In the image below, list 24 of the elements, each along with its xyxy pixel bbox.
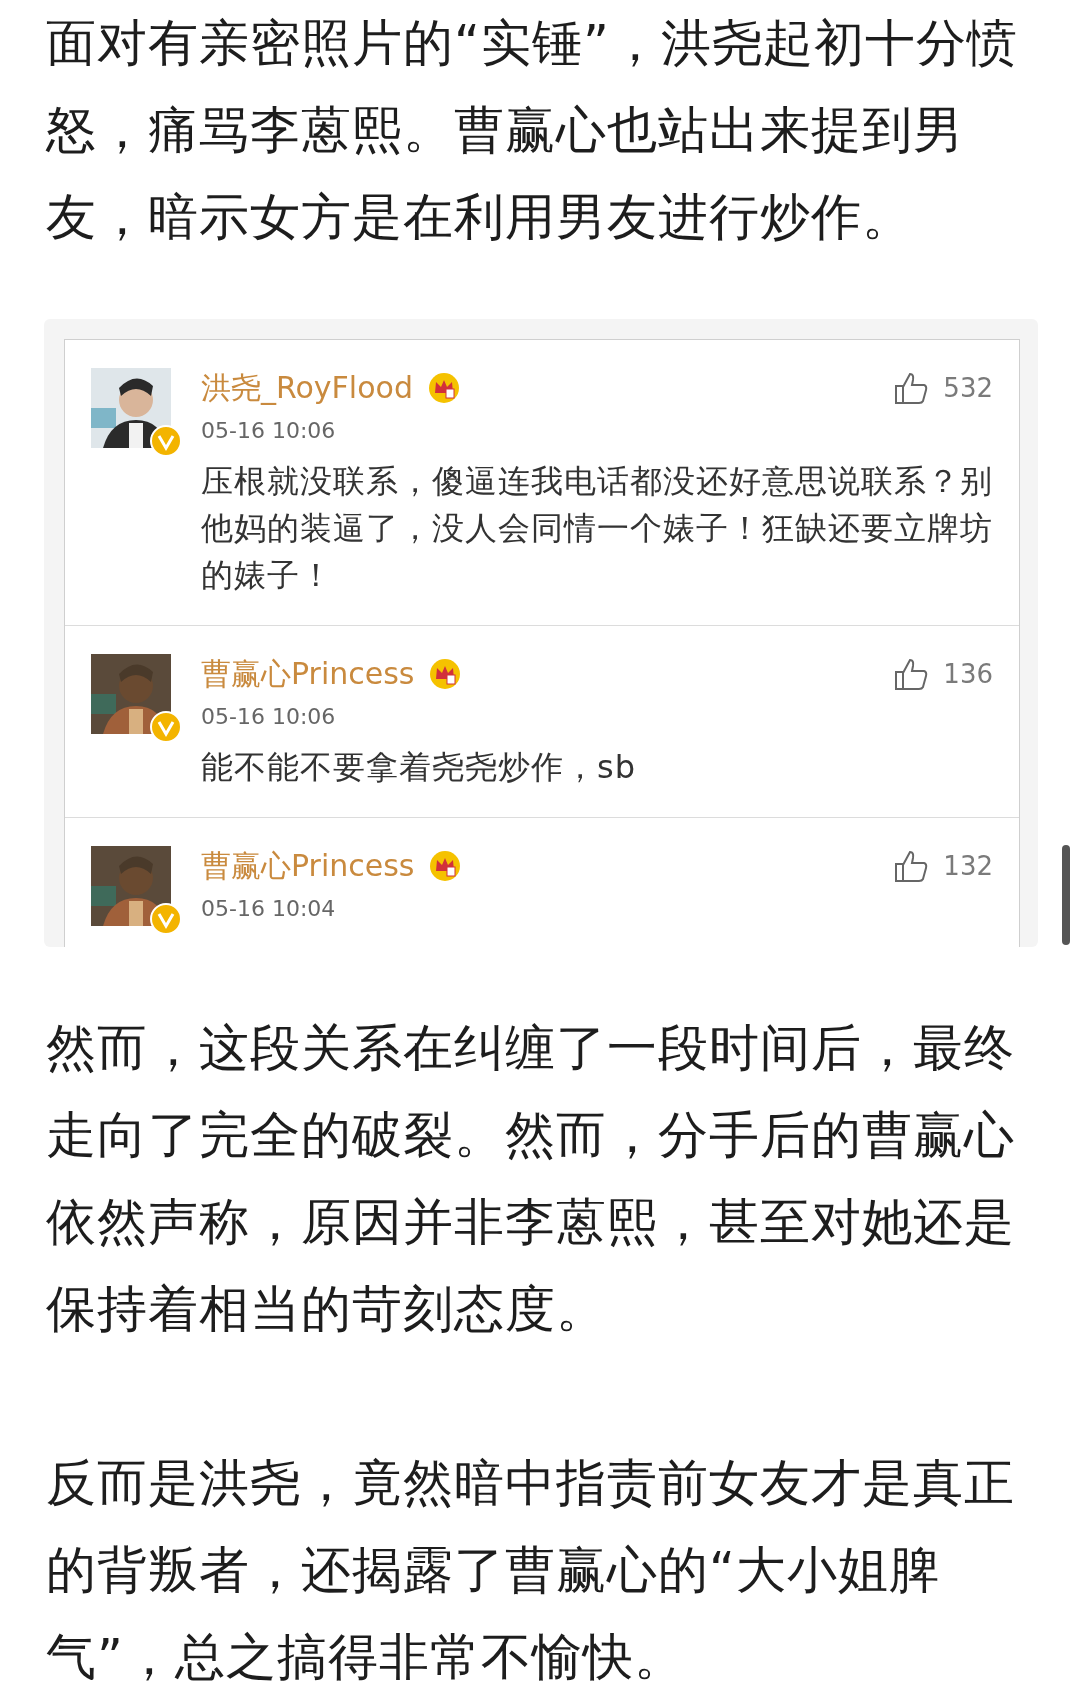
like-count: 136 (943, 659, 993, 689)
crown-icon (428, 657, 463, 691)
verified-badge-icon (149, 710, 183, 744)
verified-badge-icon (149, 424, 183, 458)
like-count: 532 (943, 373, 993, 403)
like-count: 132 (943, 851, 993, 881)
comment-time: 05-16 10:04 (201, 895, 337, 923)
verified-badge-icon (149, 902, 183, 936)
comment-time: 05-16 10:06 (201, 417, 337, 445)
crown-icon (426, 371, 461, 405)
thumbs-up-icon[interactable] (893, 848, 930, 884)
thumbs-up-icon[interactable] (893, 370, 930, 406)
crown-icon (428, 849, 463, 883)
article-paragraph: 然而，这段关系在纠缠了一段时间后，最终走向了完全的破裂。然而，分手后的曹赢心依然声称，原因并非李蒽熙，甚至对她还是保持着相当的苛刻态度。 (46, 1018, 1016, 1340)
comment-text: 能不能不要拿着尧尧炒作，sb (201, 747, 637, 788)
username[interactable]: 曹赢心Princess (201, 846, 415, 886)
username[interactable]: 洪尧_RoyFlood (201, 368, 413, 408)
article-paragraph: 面对有亲密照片的“实锤”，洪尧起初十分愤怒，痛骂李蒽熙。曹赢心也站出来提到男友，暗示女方是在利用男友进行炒作。 (46, 13, 1019, 248)
comment-time: 05-16 10:06 (201, 703, 337, 731)
comment-text: 压根就没联系，傻逼连我电话都没还好意思说联系？别他妈的装逼了，没人会同情一个婊子！狂缺还要立牌坊的婊子！ (201, 461, 993, 596)
username[interactable]: 曹赢心Princess (201, 654, 415, 694)
article-paragraph: 反而是洪尧，竟然暗中指责前女友才是真正的背叛者，还揭露了曹赢心的“大小姐脾气”，总之搞得非常不愉快。 (46, 1453, 1016, 1688)
scrollbar[interactable] (1062, 845, 1070, 945)
thumbs-up-icon[interactable] (893, 656, 930, 692)
